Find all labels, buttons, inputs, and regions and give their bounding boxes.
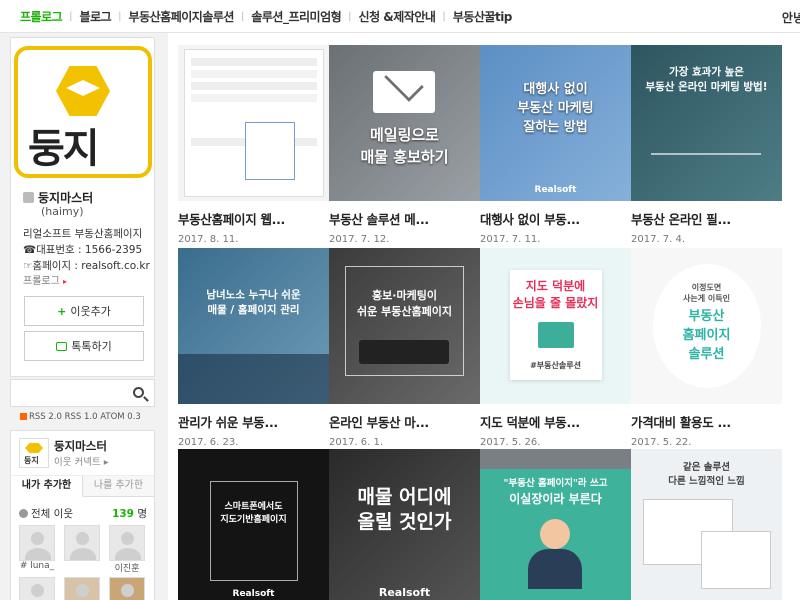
post-thumbnail[interactable]: 이정도면 사는게 이득인 부동산 홈페이지 솔루션: [631, 248, 782, 404]
neighbor-icon: [19, 509, 28, 518]
post-card[interactable]: 대행사 없이 부동산 마케팅 잘하는 방법 Realsoft 대행사 없이 부동..…: [480, 45, 631, 245]
neighbor-item[interactable]: [19, 577, 55, 600]
rss-links[interactable]: RSS 2.0 RSS 1.0 ATOM 0.3: [20, 412, 141, 422]
post-title[interactable]: 부동산홈페이지 웹...: [178, 209, 329, 228]
post-title[interactable]: 부동산 온라인 필...: [631, 209, 782, 228]
nav-prologue[interactable]: 프롤로그: [20, 8, 63, 25]
post-thumbnail[interactable]: 지도 덕분에 손님을 줄 몰랐지 #부동산솔루션: [480, 248, 631, 404]
nav-blog[interactable]: 블로그: [80, 8, 112, 25]
envelope-icon: [373, 62, 435, 113]
search-icon[interactable]: [133, 387, 144, 398]
rss-icon: [20, 413, 27, 420]
all-neighbors-row[interactable]: 전체 이웃 139 명: [19, 506, 147, 521]
house-hex-icon: [25, 443, 43, 453]
post-title[interactable]: 가격대비 활용도 ...: [631, 412, 782, 431]
post-card[interactable]: 매물 어디에 올릴 것인가 Realsoft: [329, 449, 480, 600]
neighbor-avatars: # luna_ 이진훈: [19, 525, 147, 600]
neighbor-item[interactable]: [64, 577, 100, 600]
post-title[interactable]: 지도 덕분에 부동...: [480, 412, 631, 431]
avatar: [109, 525, 145, 561]
post-card[interactable]: 부동산홈페이지 웹... 2017. 8. 11.: [178, 45, 329, 245]
chat-icon: [56, 341, 68, 351]
settings-screenshot: [184, 49, 324, 197]
post-date: 2017. 5. 22.: [631, 437, 692, 448]
blog-description: 리얼소프트 부동산홈페이지 ☎대표번호 : 1566-2395 ☞홈페이지 : …: [23, 228, 150, 272]
blog-owner-id: (haimy): [41, 205, 84, 218]
post-date: 2017. 6. 23.: [178, 437, 239, 448]
add-neighbor-button[interactable]: + 이웃추가: [24, 296, 144, 326]
post-card[interactable]: 가장 효과가 높은 부동산 온라인 마케팅 방법! 부동산 온라인 필... 20…: [631, 45, 782, 245]
avatar: [19, 525, 55, 561]
avatar: [64, 577, 100, 600]
post-date: 2017. 6. 1.: [329, 437, 384, 448]
post-thumbnail[interactable]: 같은 솔루션 다른 느낌적인 느낌: [631, 449, 782, 600]
post-card[interactable]: 지도 덕분에 손님을 줄 몰랐지 #부동산솔루션 지도 덕분에 부동... 201…: [480, 248, 631, 448]
post-thumbnail[interactable]: 홍보·마케팅이 쉬운 부동산홈페이지: [329, 248, 480, 404]
neighbor-title[interactable]: 둥지마스터: [54, 438, 107, 454]
nav-real-estate-tip[interactable]: 부동산꿀tip: [453, 8, 513, 25]
avatar: [19, 577, 55, 600]
post-card[interactable]: 스마트폰에서도 지도기반홈페이지 Realsoft: [178, 449, 329, 600]
post-card[interactable]: 남녀노소 누구나 쉬운 매물 / 홈페이지 관리 관리가 쉬운 부동... 201…: [178, 248, 329, 448]
post-card[interactable]: 메일링으로 매물 홍보하기 부동산 솔루션 메... 2017. 7. 12.: [329, 45, 480, 245]
post-date: 2017. 7. 11.: [480, 234, 541, 245]
post-card[interactable]: 이정도면 사는게 이득인 부동산 홈페이지 솔루션 가격대비 활용도 ... 2017…: [631, 248, 782, 448]
top-navigation: 프롤로그 | 블로그 | 부동산홈페이지솔루션 | 솔루션_프리미엄형 | 신청…: [0, 0, 800, 33]
talk-button[interactable]: 톡톡하기: [24, 331, 144, 361]
search-box[interactable]: [10, 379, 155, 407]
post-card[interactable]: 홍보·마케팅이 쉬운 부동산홈페이지 온라인 부동산 마... 2017. 6. …: [329, 248, 480, 448]
blog-owner-name[interactable]: 둥지마스터: [23, 189, 93, 206]
person-icon: [540, 519, 570, 549]
nav-homepage-solution[interactable]: 부동산홈페이지솔루션: [129, 8, 235, 25]
post-date: 2017. 7. 12.: [329, 234, 390, 245]
neighbor-item[interactable]: 이진훈: [109, 525, 145, 574]
post-card[interactable]: 같은 솔루션 다른 느낌적인 느낌: [631, 449, 782, 600]
post-title[interactable]: 온라인 부동산 마...: [329, 412, 480, 431]
profile-logo[interactable]: 둥지: [14, 46, 152, 178]
post-date: 2017. 5. 26.: [480, 437, 541, 448]
keyboard-icon: [359, 340, 449, 364]
prologue-link[interactable]: 프롤로그 ▸: [23, 272, 67, 287]
post-thumbnail[interactable]: 남녀노소 누구나 쉬운 매물 / 홈페이지 관리: [178, 248, 329, 404]
tab-added-by-me[interactable]: 내가 추가한: [11, 476, 83, 497]
post-thumbnail[interactable]: 매물 어디에 올릴 것인가 Realsoft: [329, 449, 480, 600]
post-thumbnail[interactable]: "부동산 홈페이지"라 쓰고 이실장이라 부른다: [480, 449, 631, 600]
post-title[interactable]: 부동산 솔루션 메...: [329, 209, 480, 228]
user-icon: [23, 192, 34, 203]
post-date: 2017. 8. 11.: [178, 234, 239, 245]
screenshot-preview: [701, 531, 771, 589]
post-grid: 부동산홈페이지 웹... 2017. 8. 11. 메일링으로 매물 홍보하기 부…: [168, 33, 800, 600]
post-thumbnail[interactable]: 가장 효과가 높은 부동산 온라인 마케팅 방법!: [631, 45, 782, 201]
neighbor-logo: 둥지: [19, 438, 49, 468]
nav-apply-guide[interactable]: 신청 &제작안내: [359, 8, 436, 25]
plus-icon: +: [57, 304, 67, 318]
neighbor-widget: 둥지 둥지마스터 이웃 커넥트 ▸ 내가 추가한 나를 추가한 전체 이웃 13…: [10, 430, 155, 600]
post-thumbnail[interactable]: 메일링으로 매물 홍보하기: [329, 45, 480, 201]
logo-text: 둥지: [28, 126, 100, 172]
neighbor-connect[interactable]: 이웃 커넥트 ▸: [54, 454, 109, 468]
chart-icon: [538, 322, 574, 348]
avatar: [64, 525, 100, 561]
post-thumbnail[interactable]: 스마트폰에서도 지도기반홈페이지 Realsoft: [178, 449, 329, 600]
tab-added-me[interactable]: 나를 추가한: [83, 476, 154, 497]
neighbor-item[interactable]: [64, 525, 100, 574]
avatar: [109, 577, 145, 600]
sidebar: 둥지 둥지마스터 (haimy) 리얼소프트 부동산홈페이지 ☎대표번호 : 1…: [10, 33, 155, 600]
nav-solution-premium[interactable]: 솔루션_프리미엄형: [251, 8, 341, 25]
neighbor-tabs: 내가 추가한 나를 추가한: [11, 475, 154, 497]
post-thumbnail[interactable]: [178, 45, 329, 201]
post-title[interactable]: 관리가 쉬운 부동...: [178, 412, 329, 431]
neighbor-item[interactable]: [109, 577, 145, 600]
post-title[interactable]: 대행사 없이 부동...: [480, 209, 631, 228]
neighbor-item[interactable]: # luna_: [19, 525, 55, 574]
profile-box: 둥지 둥지마스터 (haimy) 리얼소프트 부동산홈페이지 ☎대표번호 : 1…: [10, 37, 155, 377]
nav-right-text[interactable]: 안녕: [782, 9, 800, 26]
post-thumbnail[interactable]: 대행사 없이 부동산 마케팅 잘하는 방법 Realsoft: [480, 45, 631, 201]
post-date: 2017. 7. 4.: [631, 234, 686, 245]
post-card[interactable]: "부동산 홈페이지"라 쓰고 이실장이라 부른다: [480, 449, 631, 600]
